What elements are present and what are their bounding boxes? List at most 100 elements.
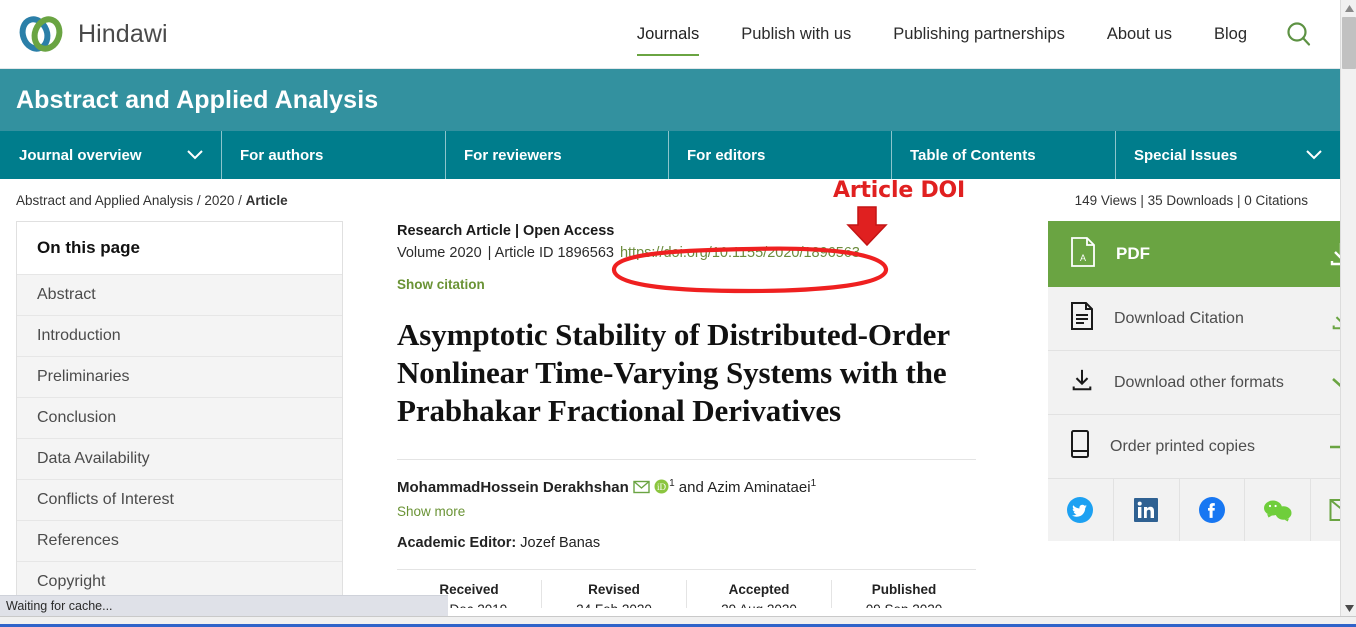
toc-item-data-availability[interactable]: Data Availability [17, 439, 342, 480]
academic-editor-name: Jozef Banas [520, 535, 601, 552]
pdf-file-icon: A [1070, 236, 1096, 272]
journal-nav-overview[interactable]: Journal overview [0, 131, 222, 179]
nav-blog[interactable]: Blog [1214, 21, 1247, 48]
article-volume: Volume 2020 [397, 245, 482, 261]
page-viewport: Hindawi Journals Publish with us Publish… [0, 0, 1340, 608]
toc-item-conclusion[interactable]: Conclusion [17, 398, 342, 439]
journal-nav-for-authors-label: For authors [240, 146, 324, 164]
on-this-page-panel: On this page Abstract Introduction Preli… [16, 221, 343, 603]
browser-bottom-edge [0, 616, 1356, 627]
svg-text:iD: iD [657, 482, 667, 492]
show-more-link[interactable]: Show more [397, 504, 465, 519]
scrollbar-thumb[interactable] [1342, 17, 1356, 69]
scroll-up-arrow[interactable] [1341, 0, 1356, 16]
download-other-formats-label: Download other formats [1114, 373, 1284, 391]
date-revised: Revised 24 Feb 2020 [542, 580, 687, 608]
download-panel: A PDF Download Citation Download other f… [1048, 221, 1340, 541]
annotation-label: Article DOI [833, 178, 966, 203]
breadcrumb-prefix[interactable]: Abstract and Applied Analysis / 2020 / [16, 193, 246, 208]
article-title: Asymptotic Stability of Distributed-Orde… [397, 317, 950, 428]
main-navigation: Journals Publish with us Publishing part… [616, 21, 1268, 56]
order-printed-copies-label: Order printed copies [1110, 437, 1255, 455]
facebook-icon[interactable] [1180, 479, 1246, 541]
nav-publishing-partnerships[interactable]: Publishing partnerships [893, 21, 1065, 48]
article-id: | Article ID 1896563 [487, 245, 614, 261]
journal-nav-for-reviewers[interactable]: For reviewers [446, 131, 669, 179]
journal-nav-for-authors[interactable]: For authors [222, 131, 446, 179]
academic-editor-label: Academic Editor: [397, 535, 517, 552]
pdf-label: PDF [1116, 244, 1150, 263]
vertical-scrollbar[interactable] [1340, 0, 1356, 616]
site-logo[interactable]: Hindawi [18, 14, 168, 54]
down-arrow-annotation [845, 205, 889, 252]
chevron-down-icon[interactable] [1330, 375, 1340, 391]
journal-banner: Abstract and Applied Analysis [0, 69, 1340, 131]
svg-text:A: A [1080, 253, 1086, 263]
breadcrumb: Abstract and Applied Analysis / 2020 / A… [16, 193, 288, 208]
date-accepted-label: Accepted [728, 582, 790, 598]
toc-item-introduction[interactable]: Introduction [17, 316, 342, 357]
download-citation-row[interactable]: Download Citation [1048, 287, 1340, 351]
right-column: A PDF Download Citation Download other f… [996, 221, 1340, 541]
journal-nav-for-reviewers-label: For reviewers [464, 146, 562, 164]
left-column: On this page Abstract Introduction Preli… [16, 221, 343, 603]
twitter-icon[interactable] [1048, 479, 1114, 541]
site-header: Hindawi Journals Publish with us Publish… [0, 0, 1340, 69]
toc-item-preliminaries[interactable]: Preliminaries [17, 357, 342, 398]
envelope-icon[interactable] [629, 479, 650, 496]
breadcrumb-current: Article [245, 192, 288, 208]
author-second-affiliation: 1 [810, 478, 817, 490]
download-other-formats-row[interactable]: Download other formats [1048, 351, 1340, 415]
chevron-down-icon [1280, 150, 1322, 160]
download-icon [1070, 367, 1094, 398]
date-accepted-value: 29 Aug 2020 [721, 602, 797, 608]
academic-editor: Academic Editor: Jozef Banas [397, 535, 976, 551]
journal-nav-special-issues[interactable]: Special Issues [1116, 131, 1340, 179]
status-bar: Waiting for cache... [0, 595, 448, 616]
book-icon [1070, 430, 1090, 463]
nav-publish-with-us[interactable]: Publish with us [741, 21, 851, 48]
article-type: Research Article | Open Access [397, 223, 615, 239]
hindawi-rings-logo [18, 14, 66, 54]
journal-nav-overview-label: Journal overview [19, 146, 142, 164]
chevron-down-icon [161, 150, 203, 160]
arrow-right-icon[interactable] [1328, 437, 1340, 457]
toc-item-abstract[interactable]: Abstract [17, 275, 342, 316]
order-printed-copies-row[interactable]: Order printed copies [1048, 415, 1340, 479]
download-icon[interactable] [1328, 241, 1340, 267]
article-metrics: 149 Views | 35 Downloads | 0 Citations [1074, 192, 1308, 208]
browser-page: Hindawi Journals Publish with us Publish… [0, 0, 1356, 627]
search-icon[interactable] [1284, 19, 1314, 49]
document-lines-icon [1070, 302, 1094, 335]
linkedin-icon[interactable] [1114, 479, 1180, 541]
author-list: MohammadHossein Derakhshan iD 1 and Azim… [397, 478, 976, 496]
on-this-page-heading: On this page [17, 222, 342, 275]
author-primary-name[interactable]: MohammadHossein Derakhshan [397, 479, 629, 496]
author-conjunction: and [674, 479, 708, 497]
orcid-icon[interactable]: iD [650, 479, 669, 496]
red-ellipse-highlight [611, 246, 891, 299]
nav-journals[interactable]: Journals [636, 21, 700, 56]
journal-nav-for-editors-label: For editors [687, 146, 766, 164]
download-pdf-button[interactable]: A PDF [1048, 221, 1340, 287]
divider [397, 459, 976, 461]
date-revised-value: 24 Feb 2020 [576, 602, 652, 608]
show-citation-link[interactable]: Show citation [397, 277, 485, 292]
scroll-down-arrow[interactable] [1341, 600, 1356, 616]
nav-about-us[interactable]: About us [1107, 21, 1172, 48]
author-second-name[interactable]: Azim Aminataei [707, 479, 810, 496]
download-citation-label: Download Citation [1114, 309, 1244, 327]
journal-nav-table-of-contents[interactable]: Table of Contents [892, 131, 1116, 179]
date-published: Published 09 Sep 2020 [832, 580, 976, 608]
date-published-value: 09 Sep 2020 [866, 602, 943, 608]
journal-nav-special-issues-label: Special Issues [1134, 146, 1238, 164]
journal-nav-for-editors[interactable]: For editors [669, 131, 892, 179]
wechat-icon[interactable] [1245, 479, 1312, 541]
breadcrumb-row: Abstract and Applied Analysis / 2020 / A… [0, 179, 1340, 221]
download-icon[interactable] [1330, 307, 1340, 331]
email-icon[interactable] [1311, 479, 1340, 541]
toc-item-conflicts-of-interest[interactable]: Conflicts of Interest [17, 480, 342, 521]
toc-item-references[interactable]: References [17, 521, 342, 562]
date-accepted: Accepted 29 Aug 2020 [687, 580, 832, 608]
date-revised-label: Revised [588, 582, 640, 598]
